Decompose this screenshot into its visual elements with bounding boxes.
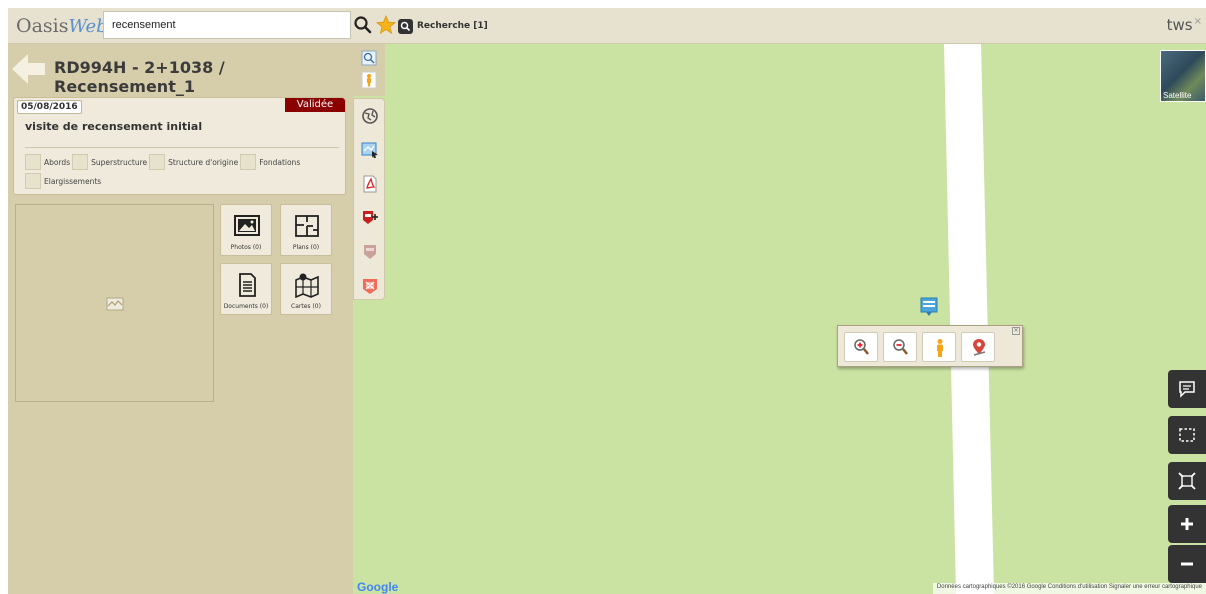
checkbox[interactable]	[25, 154, 41, 170]
logo-main-text: Oasis	[16, 15, 69, 37]
left-panel: RD994H - 2+1038 / Recensement_1 05/08/20…	[8, 44, 353, 594]
logo-sub-text: Web	[68, 16, 108, 37]
map-attribution[interactable]: Données cartographiques ©2016 Google Con…	[932, 583, 1206, 594]
checkbox[interactable]	[149, 154, 166, 170]
pdf-export-icon[interactable]	[361, 175, 379, 193]
map-vertical-toolbar	[353, 98, 385, 300]
document-icon	[239, 273, 256, 297]
map-select-icon[interactable]	[361, 141, 379, 159]
visit-card: 05/08/2016 Validée visite de recensement…	[13, 97, 346, 195]
map-canvas[interactable]: Satellite Google Données cartographiques…	[353, 44, 1206, 594]
dashed-rectangle-icon	[1179, 428, 1195, 442]
cartes-tile[interactable]: Cartes (0)	[280, 263, 332, 315]
comment-icon	[1179, 381, 1195, 398]
tag-abords[interactable]: Abords	[25, 154, 70, 170]
app-logo[interactable]: OasisWeb	[16, 15, 108, 37]
pegman-icon	[937, 339, 943, 357]
zoom-out-button[interactable]	[1168, 545, 1206, 583]
broken-image-icon	[106, 295, 124, 313]
plans-tile[interactable]: Plans (0)	[280, 204, 332, 256]
tag-elargissements[interactable]: Elargissements	[25, 173, 101, 189]
pegman-icon[interactable]	[360, 71, 378, 89]
logout-close-icon[interactable]: ×	[1194, 16, 1202, 27]
marker-disabled-icon[interactable]	[361, 243, 379, 261]
comment-button[interactable]	[1168, 370, 1206, 408]
map-icon	[295, 273, 319, 298]
locate-marker-button[interactable]	[961, 332, 995, 362]
tag-label: Abords	[44, 157, 71, 167]
visit-title: visite de recensement initial	[25, 120, 203, 133]
tile-label: Cartes (0)	[291, 303, 321, 310]
user-menu[interactable]: tws×	[1167, 16, 1202, 34]
user-name: tws	[1166, 16, 1193, 34]
recherche-label: Recherche [1]	[417, 21, 488, 31]
visit-date: 05/08/2016	[17, 100, 82, 114]
zoom-in-marker-button[interactable]	[844, 332, 878, 362]
minus-icon	[1181, 562, 1193, 566]
star-icon[interactable]	[375, 14, 397, 36]
top-bar: OasisWeb Recherche [1] tws×	[8, 8, 1206, 44]
zoom-in-icon	[854, 339, 869, 355]
page-title: RD994H - 2+1038 / Recensement_1	[54, 58, 225, 96]
street-view-button[interactable]	[922, 332, 956, 362]
back-arrow-icon[interactable]	[10, 52, 48, 86]
search-icon[interactable]	[352, 14, 374, 36]
checkbox[interactable]	[240, 154, 257, 170]
checkbox[interactable]	[72, 154, 89, 170]
map-mini-toolbar	[353, 44, 385, 96]
road	[944, 44, 994, 594]
fullscreen-button[interactable]	[1168, 462, 1206, 500]
recherche-search-icon	[398, 18, 413, 34]
tag-label: Structure d'origine	[168, 157, 239, 167]
tile-label: Plans (0)	[292, 244, 320, 251]
satellite-toggle[interactable]: Satellite	[1160, 50, 1206, 102]
tag-superstructure[interactable]: Superstructure	[72, 154, 147, 170]
documents-tile[interactable]: Documents (0)	[220, 263, 272, 315]
tag-list: Abords Superstructure Structure d'origin…	[25, 154, 325, 189]
tag-structure-origine[interactable]: Structure d'origine	[149, 154, 238, 170]
image-icon	[234, 215, 260, 236]
tag-label: Superstructure	[91, 157, 148, 167]
floorplan-icon	[295, 215, 319, 237]
zoom-out-icon	[893, 339, 908, 355]
fullscreen-icon	[1178, 472, 1196, 490]
plus-icon	[1181, 518, 1193, 530]
tile-label: Documents (0)	[223, 303, 269, 310]
google-logo: Google	[357, 580, 399, 594]
map-pin-icon	[973, 339, 986, 356]
checkbox[interactable]	[25, 173, 41, 189]
zoom-in-button[interactable]	[1168, 505, 1206, 543]
tile-label: Photos (0)	[230, 244, 262, 251]
recherche-button[interactable]: Recherche [1]	[398, 16, 488, 36]
search-input[interactable]	[103, 11, 351, 39]
popup-close-icon[interactable]: ×	[1012, 327, 1020, 335]
satellite-label: Satellite	[1163, 91, 1192, 100]
bridge-marker-icon[interactable]	[920, 297, 938, 317]
tag-fondations[interactable]: Fondations	[240, 154, 300, 170]
photo-preview[interactable]	[15, 204, 214, 402]
tag-label: Fondations	[259, 157, 301, 167]
divider	[25, 147, 339, 148]
zoom-out-marker-button[interactable]	[883, 332, 917, 362]
globe-settings-icon[interactable]	[361, 107, 379, 125]
rectangle-select-button[interactable]	[1168, 416, 1206, 454]
tag-label: Elargissements	[44, 176, 102, 186]
red-polygon-icon[interactable]	[361, 277, 379, 295]
zoom-area-icon[interactable]	[360, 49, 378, 67]
map-popup: ×	[837, 325, 1023, 367]
photos-tile[interactable]: Photos (0)	[220, 204, 272, 256]
add-marker-icon[interactable]	[361, 209, 379, 227]
status-badge: Validée	[285, 98, 345, 112]
